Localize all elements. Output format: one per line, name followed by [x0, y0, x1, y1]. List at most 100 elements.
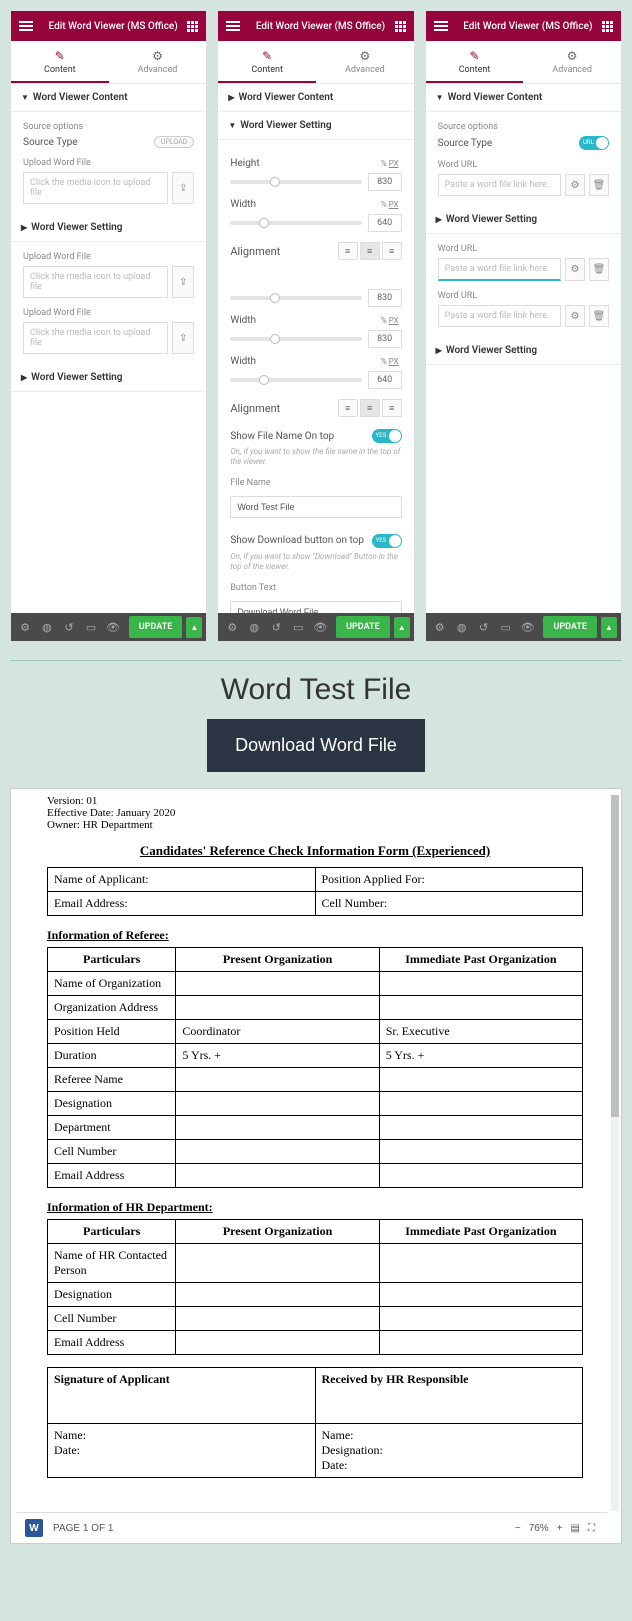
filename-input[interactable]	[230, 496, 401, 518]
section-wv-setting[interactable]: ▶Word Viewer Setting	[426, 206, 621, 234]
width-slider[interactable]	[230, 221, 361, 225]
url-delete-button[interactable]: 🗑	[589, 258, 609, 281]
url-settings-button[interactable]: ⚙	[565, 258, 585, 281]
menu-icon[interactable]	[19, 19, 33, 33]
widgets-icon[interactable]	[395, 21, 406, 32]
slider-repeat[interactable]	[230, 378, 361, 382]
upload-media-button[interactable]: ⇪	[172, 172, 194, 204]
preview-icon[interactable]: 👁	[518, 621, 538, 634]
update-button[interactable]: UPDATE	[129, 616, 183, 638]
doc-version: Version: 01	[47, 795, 583, 807]
word-url-label: Word URL	[438, 160, 609, 170]
section-wv-setting[interactable]: ▼Word Viewer Setting	[218, 112, 413, 140]
caret-down-icon: ▼	[228, 121, 236, 130]
download-word-button[interactable]: Download Word File	[207, 719, 425, 772]
settings-icon[interactable]: ⚙	[430, 621, 450, 634]
height-units[interactable]: % PX	[381, 159, 402, 168]
section-wv-content[interactable]: ▼Word Viewer Content	[426, 84, 621, 112]
responsive-icon[interactable]: ▭	[81, 621, 101, 634]
word-url-input[interactable]: Paste a word file link here.	[438, 305, 561, 327]
section-wv-setting-2[interactable]: ▶Word Viewer Setting	[11, 364, 206, 392]
pencil-icon: ✎	[426, 49, 524, 63]
gear-icon: ⚙	[109, 49, 207, 63]
word-url-input[interactable]: Paste a word file link here.	[438, 258, 561, 281]
panel-footer: ⚙ ◍ ↺ ▭ 👁 UPDATE ▲	[218, 613, 413, 641]
preview-icon[interactable]: 👁	[310, 621, 330, 634]
gear-icon: ⚙	[316, 49, 414, 63]
tab-content[interactable]: ✎Content	[218, 41, 316, 83]
height-value[interactable]: 830	[368, 173, 402, 191]
show-download-label: Show Download button on top	[230, 535, 364, 546]
upload-media-button[interactable]: ⇪	[172, 322, 194, 354]
upload-label: Upload Word File	[23, 308, 194, 318]
history-icon[interactable]: ↺	[59, 621, 79, 634]
zoom-out-button[interactable]: −	[515, 1523, 521, 1534]
align-center-button[interactable]: ≡	[360, 242, 380, 260]
align-left-button[interactable]: ≡	[338, 242, 358, 260]
tab-advanced[interactable]: ⚙Advanced	[316, 41, 414, 83]
history-icon[interactable]: ↺	[266, 621, 286, 634]
update-button[interactable]: UPDATE	[543, 616, 597, 638]
update-button[interactable]: UPDATE	[336, 616, 390, 638]
section-wv-setting-2[interactable]: ▶Word Viewer Setting	[426, 337, 621, 365]
upload-input[interactable]: Click the media icon to upload file	[23, 172, 168, 204]
gear-icon: ⚙	[523, 49, 621, 63]
widgets-icon[interactable]	[602, 21, 613, 32]
menu-icon[interactable]	[434, 19, 448, 33]
update-caret[interactable]: ▲	[394, 617, 410, 638]
fullscreen-icon[interactable]: ⛶	[588, 1523, 595, 1534]
align-center-button[interactable]: ≡	[360, 399, 380, 417]
responsive-icon[interactable]: ▭	[496, 621, 516, 634]
globe-icon[interactable]: ◍	[452, 621, 472, 634]
update-caret[interactable]: ▲	[186, 617, 202, 638]
zoom-in-button[interactable]: +	[557, 1523, 563, 1534]
url-delete-button[interactable]: 🗑	[589, 305, 609, 327]
menu-icon[interactable]	[226, 19, 240, 33]
upload-media-button[interactable]: ⇪	[172, 266, 194, 298]
url-delete-button[interactable]: 🗑	[589, 174, 609, 196]
align-right-button[interactable]: ≡	[382, 242, 402, 260]
history-icon[interactable]: ↺	[474, 621, 494, 634]
tabs: ✎Content ⚙Advanced	[11, 41, 206, 84]
section-wv-setting[interactable]: ▶Word Viewer Setting	[11, 214, 206, 242]
upload-input[interactable]: Click the media icon to upload file	[23, 266, 168, 298]
show-filename-label: Show File Name On top	[230, 431, 334, 442]
globe-icon[interactable]: ◍	[37, 621, 57, 634]
button-text-input[interactable]	[230, 601, 401, 613]
update-caret[interactable]: ▲	[601, 617, 617, 638]
preview-icon[interactable]: 👁	[103, 621, 123, 634]
url-settings-button[interactable]: ⚙	[565, 305, 585, 327]
tab-content[interactable]: ✎Content	[11, 41, 109, 83]
fit-width-icon[interactable]: ▤	[571, 1523, 580, 1534]
panel-title: Edit Word Viewer (MS Office)	[246, 21, 394, 32]
panel-footer: ⚙ ◍ ↺ ▭ 👁 UPDATE ▲	[11, 613, 206, 641]
width-value[interactable]: 640	[368, 214, 402, 232]
section-wv-content[interactable]: ▶Word Viewer Content	[218, 84, 413, 112]
settings-icon[interactable]: ⚙	[222, 621, 242, 634]
word-url-input[interactable]: Paste a word file link here.	[438, 174, 561, 196]
settings-icon[interactable]: ⚙	[15, 621, 35, 634]
upload-input[interactable]: Click the media icon to upload file	[23, 322, 168, 354]
table-row: Designation	[48, 1283, 583, 1307]
width-units[interactable]: % PX	[381, 200, 402, 209]
preview-title: Word Test File	[10, 673, 622, 707]
source-type-toggle[interactable]: URL	[579, 136, 609, 150]
align-left-button[interactable]: ≡	[338, 399, 358, 417]
url-settings-button[interactable]: ⚙	[565, 174, 585, 196]
slider-repeat[interactable]	[230, 337, 361, 341]
section-wv-content[interactable]: ▼Word Viewer Content	[11, 84, 206, 112]
button-text-label: Button Text	[230, 583, 401, 593]
tab-content[interactable]: ✎Content	[426, 41, 524, 83]
tab-advanced[interactable]: ⚙Advanced	[523, 41, 621, 83]
widgets-icon[interactable]	[187, 21, 198, 32]
tab-advanced[interactable]: ⚙Advanced	[109, 41, 207, 83]
show-filename-toggle[interactable]: YES	[372, 429, 402, 443]
scrollbar[interactable]	[611, 795, 619, 1511]
show-download-toggle[interactable]: YES	[372, 534, 402, 548]
globe-icon[interactable]: ◍	[244, 621, 264, 634]
responsive-icon[interactable]: ▭	[288, 621, 308, 634]
align-right-button[interactable]: ≡	[382, 399, 402, 417]
slider-repeat[interactable]	[230, 296, 361, 300]
height-slider[interactable]	[230, 180, 361, 184]
source-type-pill[interactable]: UPLOAD	[154, 136, 194, 148]
